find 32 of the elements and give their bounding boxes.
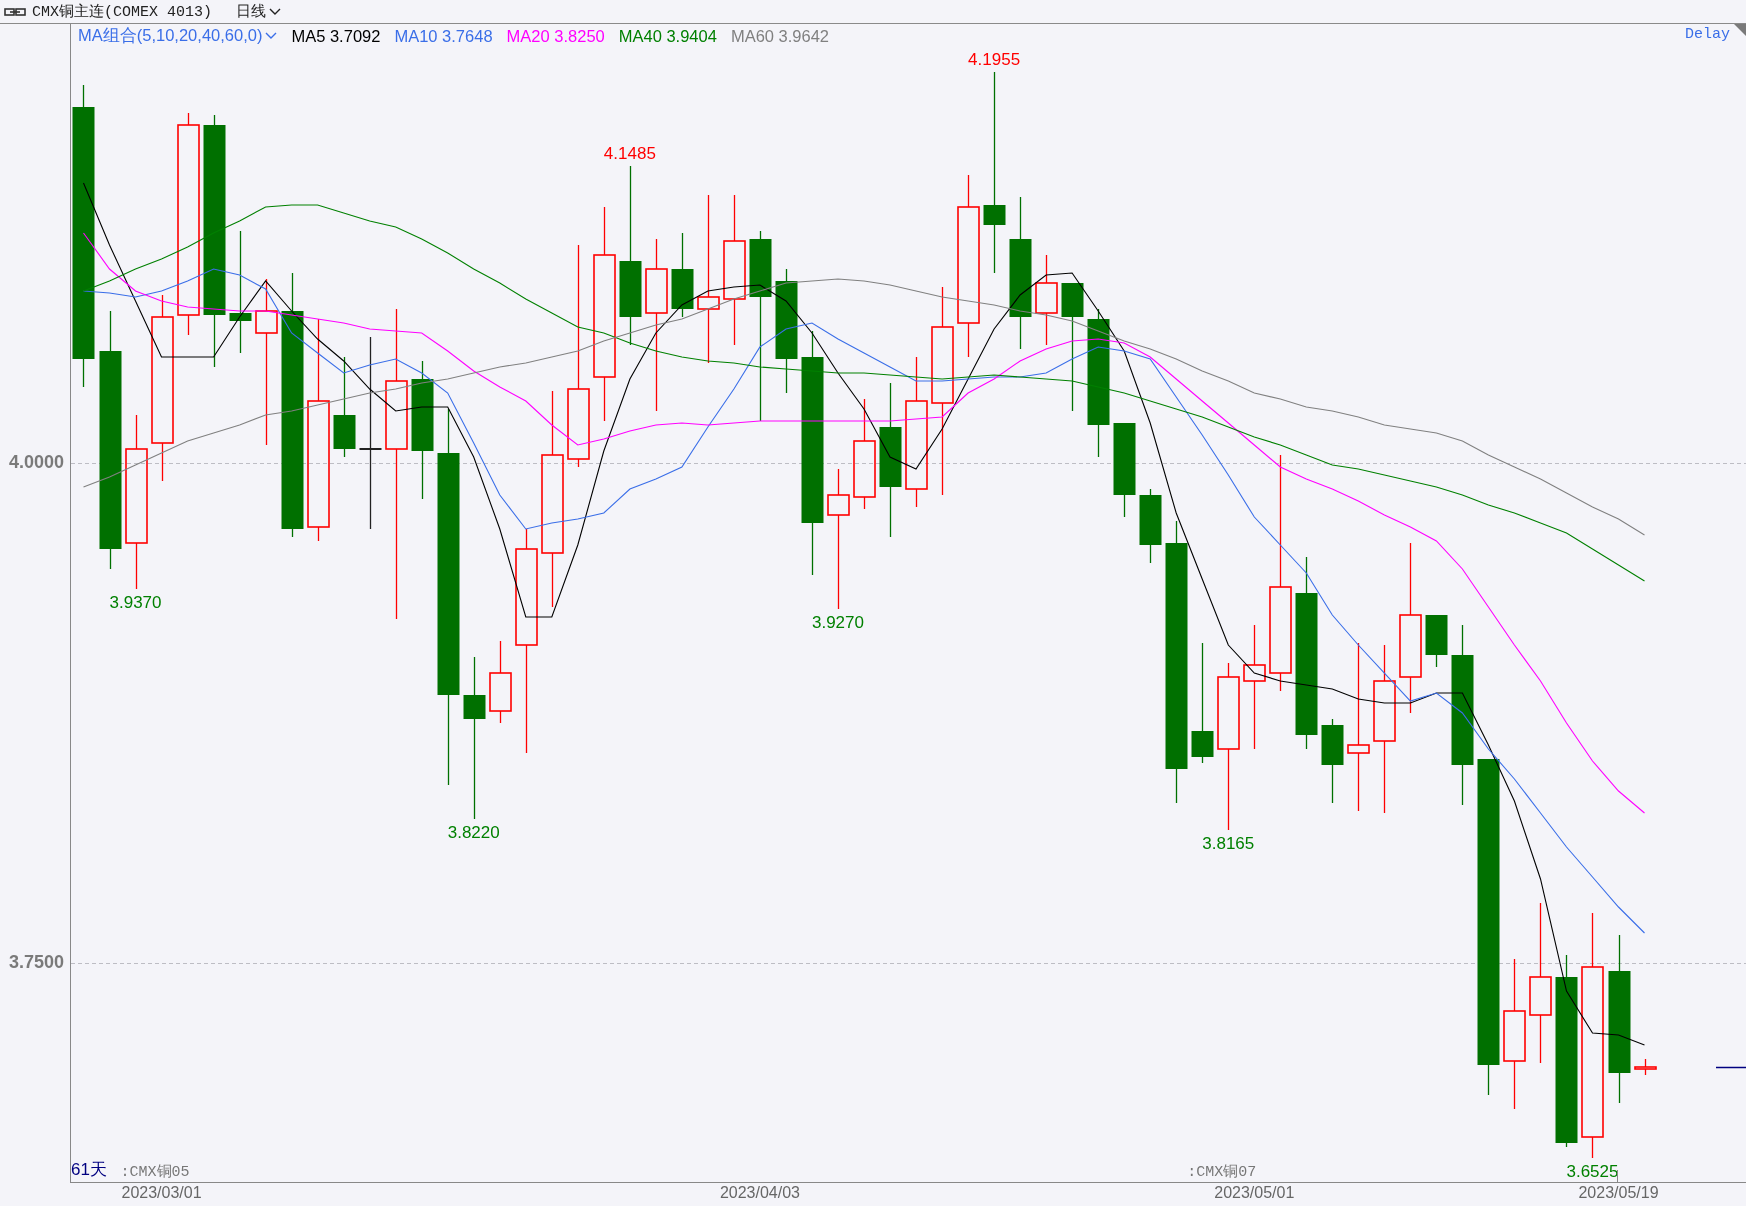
axis-label: 2023/05/01 bbox=[1214, 1184, 1295, 1202]
candlestick bbox=[1425, 614, 1448, 668]
price-marker bbox=[1715, 1066, 1746, 1069]
instrument-title: CMX铜主连(COMEX 4013) bbox=[32, 2, 213, 21]
axis-label: 2023/04/03 bbox=[719, 1184, 800, 1202]
legend-entry: MA40 3.9404 bbox=[618, 26, 717, 46]
legend-entry: MA5 3.7092 bbox=[291, 26, 381, 46]
contract-marker: :CMX铜05 bbox=[120, 1163, 190, 1181]
period-dropdown[interactable]: 日线 bbox=[236, 2, 282, 21]
price-label: 3.6525 bbox=[1566, 1162, 1619, 1181]
price-label: 4.1485 bbox=[603, 144, 656, 163]
link-icon[interactable] bbox=[4, 6, 26, 17]
candlestick bbox=[1634, 1058, 1657, 1076]
indicator-dropdown[interactable]: MA组合(5,10,20,40,60,0) bbox=[78, 25, 278, 47]
bar-count-label: 61天 bbox=[71, 1159, 107, 1181]
chevron-down-icon bbox=[265, 32, 278, 40]
axis-label: 2023/05/19 bbox=[1578, 1184, 1659, 1202]
legend-entry: MA60 3.9642 bbox=[730, 26, 830, 46]
contract-marker: :CMX铜07 bbox=[1187, 1163, 1257, 1181]
axis-label: 4.0000 bbox=[8, 452, 64, 473]
axis-label: 3.7500 bbox=[8, 952, 64, 973]
price-label: 3.9270 bbox=[812, 613, 864, 632]
price-label: 4.1955 bbox=[968, 50, 1021, 69]
price-label: 3.8165 bbox=[1202, 834, 1255, 853]
chevron-down-icon bbox=[269, 7, 282, 16]
price-label: 3.9370 bbox=[109, 593, 162, 612]
corner-triangle-icon bbox=[1734, 24, 1746, 36]
legend-entry: MA10 3.7648 bbox=[394, 26, 493, 46]
axis-label: 2023/03/01 bbox=[121, 1184, 202, 1202]
price-label: 3.8220 bbox=[447, 823, 500, 842]
legend-entry: MA20 3.8250 bbox=[506, 26, 605, 46]
feed-label: Delay bbox=[1685, 26, 1730, 43]
